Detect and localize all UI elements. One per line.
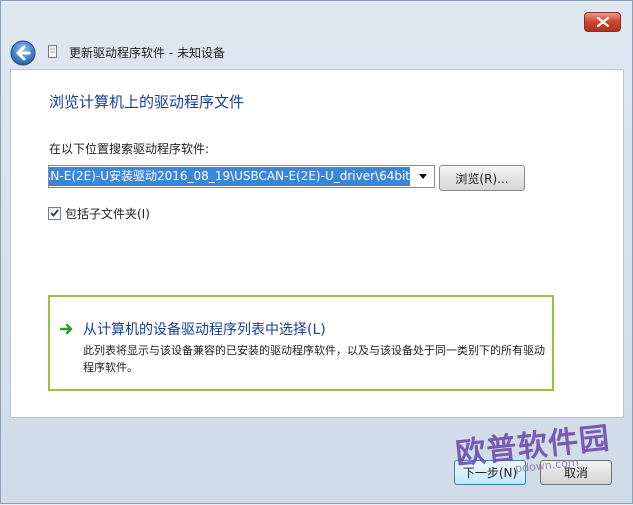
next-button[interactable]: 下一步(N) [454, 460, 526, 485]
browse-button[interactable]: 浏览(R)... [439, 165, 525, 191]
cancel-button[interactable]: 取消 [540, 460, 612, 485]
green-arrow-icon [60, 323, 73, 335]
dialog-window: 更新驱动程序软件 - 未知设备 浏览计算机上的驱动程序文件 在以下位置搜索驱动程… [0, 0, 633, 504]
search-location-label: 在以下位置搜索驱动程序软件: [49, 142, 210, 156]
combo-dropdown-button[interactable] [412, 166, 434, 187]
device-icon [48, 45, 57, 58]
pick-option-title[interactable]: 从计算机的设备驱动程序列表中选择(L) [83, 319, 326, 339]
content-panel: 浏览计算机上的驱动程序文件 在以下位置搜索驱动程序软件: AN-E(2E)-U安… [10, 69, 624, 418]
pick-option-description: 此列表将显示与该设备兼容的已安装的驱动程序软件，以及与该设备处于同一类别下的所有… [83, 344, 545, 374]
path-value[interactable]: AN-E(2E)-U安装驱动2016_08_19\USBCAN-E(2E)-U_… [49, 167, 410, 186]
chevron-down-icon [419, 174, 427, 179]
page-heading: 浏览计算机上的驱动程序文件 [49, 93, 245, 111]
title-bar [1, 1, 633, 39]
path-combobox[interactable]: AN-E(2E)-U安装驱动2016_08_19\USBCAN-E(2E)-U_… [48, 165, 435, 188]
back-arrow-icon [10, 40, 36, 66]
close-icon [596, 17, 609, 27]
dialog-header: 更新驱动程序软件 - 未知设备 [1, 35, 633, 69]
include-subfolders-row[interactable]: 包括子文件夹(I) [48, 205, 150, 221]
checkmark-icon [50, 209, 59, 217]
include-subfolders-checkbox[interactable] [48, 206, 61, 220]
dialog-footer: 下一步(N) 取消 [1, 418, 633, 505]
close-button[interactable] [584, 12, 621, 32]
back-button[interactable] [10, 40, 36, 66]
dialog-title: 更新驱动程序软件 - 未知设备 [69, 46, 225, 60]
pick-from-list-option[interactable]: 从计算机的设备驱动程序列表中选择(L) 此列表将显示与该设备兼容的已安装的驱动程… [48, 295, 554, 391]
include-subfolders-label: 包括子文件夹(I) [65, 206, 150, 221]
